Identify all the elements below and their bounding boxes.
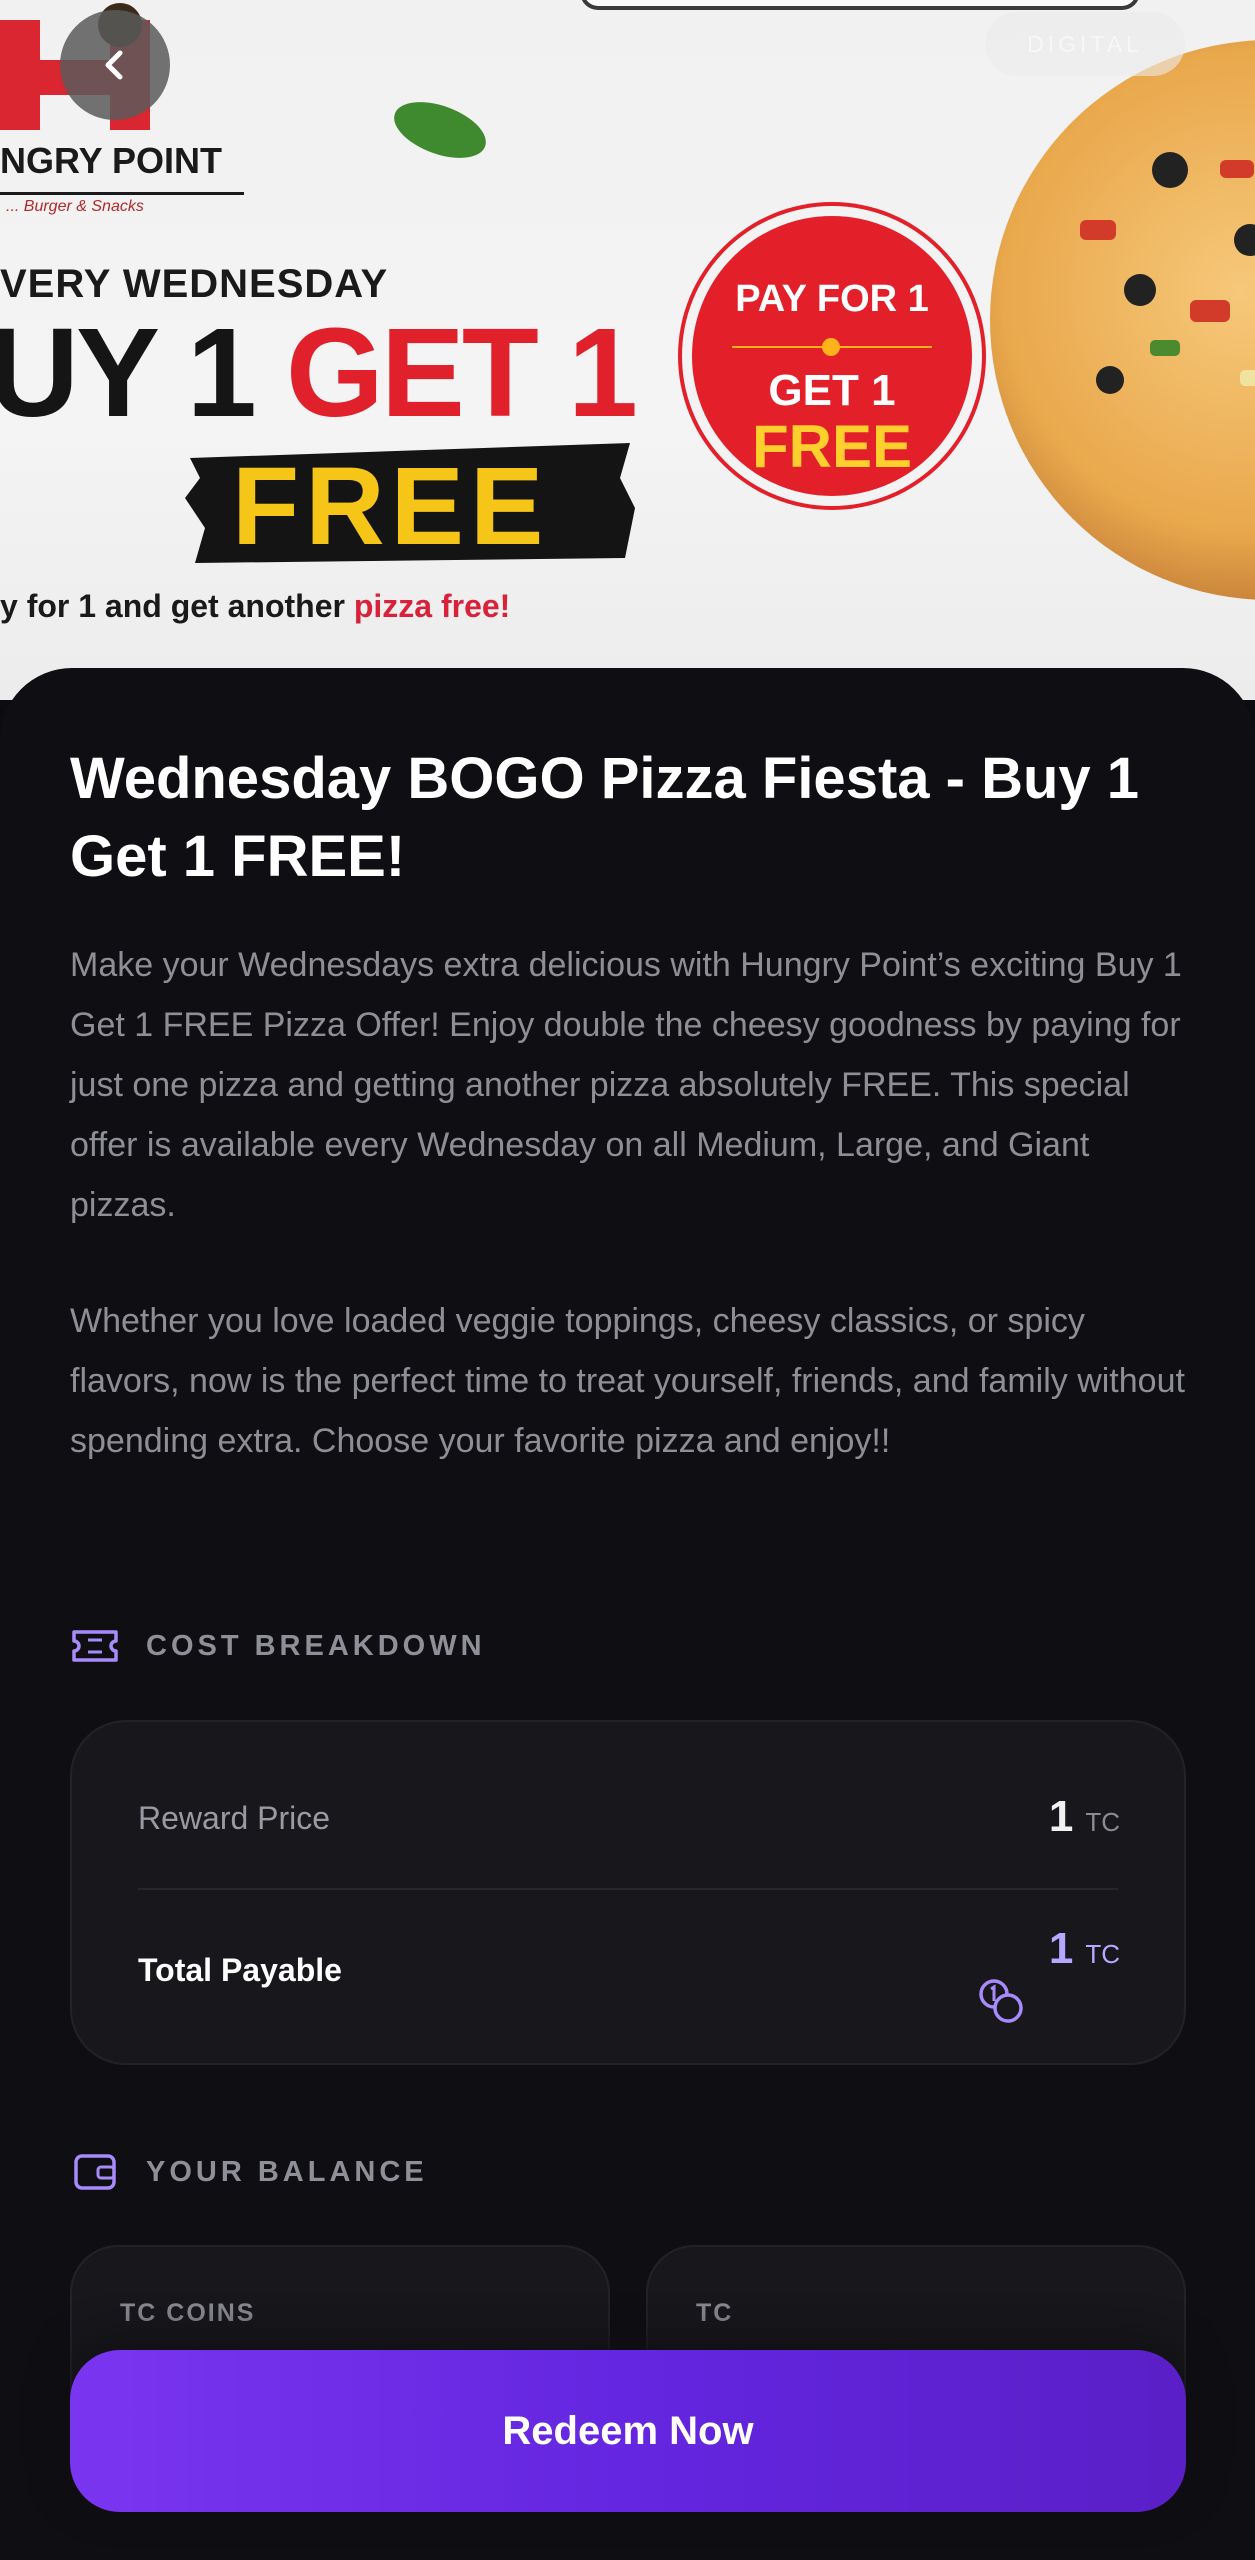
total-payable-label: Total Payable xyxy=(138,1952,342,1988)
promo-subline-text: y for 1 and get another xyxy=(0,588,354,624)
hero-banner-image: NGRY POINT ... Burger & Snacks VERY WEDN… xyxy=(0,0,1255,700)
offer-description: Make your Wednesdays extra delicious wit… xyxy=(70,935,1200,1471)
your-balance-heading: YOUR BALANCE xyxy=(146,2155,428,2188)
promo-buy-text: UY 1 xyxy=(0,302,286,443)
reward-price-unit: TC xyxy=(1085,1807,1120,1837)
promo-headline: UY 1 GET 1 xyxy=(0,310,638,436)
description-paragraph-1: Make your Wednesdays extra delicious wit… xyxy=(70,946,1182,1224)
banner-frame xyxy=(580,0,1140,10)
pizza-toppings-icon xyxy=(1080,152,1255,394)
promo-free-text: FREE xyxy=(232,445,550,568)
ticket-icon xyxy=(72,1630,118,1662)
brand-underline xyxy=(0,192,244,195)
cost-breakdown-header: COST BREAKDOWN xyxy=(70,1626,486,1666)
basil-leaf-icon xyxy=(394,102,486,158)
promo-subline-highlight: pizza free! xyxy=(353,588,511,624)
total-payable-unit: TC xyxy=(1085,1939,1120,1969)
reward-price-label: Reward Price xyxy=(138,1800,331,1836)
reward-price-amount: 1 xyxy=(1048,1792,1074,1841)
total-payable-amount: 1 xyxy=(1048,1924,1074,1973)
promo-get-text: GET 1 xyxy=(285,302,638,443)
cost-breakdown-heading: COST BREAKDOWN xyxy=(146,1629,486,1662)
badge-line-2: GET 1 xyxy=(768,366,896,415)
offer-badge: PAY FOR 1 GET 1 FREE xyxy=(682,206,982,506)
back-button[interactable] xyxy=(60,10,170,120)
promo-subline: y for 1 and get another pizza free! xyxy=(0,588,510,625)
badge-line-3: FREE xyxy=(751,413,913,480)
your-balance-header: YOUR BALANCE xyxy=(70,2152,428,2192)
total-payable-value: 1 TC xyxy=(1049,1924,1120,1974)
badge-line-1: PAY FOR 1 xyxy=(735,278,929,320)
wallet-icon xyxy=(74,2154,116,2190)
promo-every-wednesday: VERY WEDNESDAY xyxy=(0,262,389,306)
offer-title: Wednesday BOGO Pizza Fiesta - Buy 1 Get … xyxy=(70,746,1140,889)
digital-badge: DIGITAL xyxy=(985,12,1185,76)
tc-label: TC xyxy=(696,2299,734,2327)
brand-name: NGRY POINT xyxy=(0,140,223,181)
tc-coins-label: TC COINS xyxy=(120,2299,256,2327)
cost-divider xyxy=(138,1888,1118,1890)
reward-price-value: 1 TC xyxy=(1049,1792,1120,1842)
coins-icon xyxy=(979,1979,1023,2023)
cost-breakdown-card: Reward Price 1 TC Total Payable 1 TC xyxy=(70,1720,1186,2065)
redeem-now-button[interactable]: Redeem Now xyxy=(70,2350,1186,2512)
brand-tagline: ... Burger & Snacks xyxy=(6,198,144,215)
chevron-left-icon xyxy=(105,50,123,80)
description-paragraph-2: Whether you love loaded veggie toppings,… xyxy=(70,1302,1185,1460)
badge-dot xyxy=(822,338,840,356)
pizza-image xyxy=(990,40,1255,600)
